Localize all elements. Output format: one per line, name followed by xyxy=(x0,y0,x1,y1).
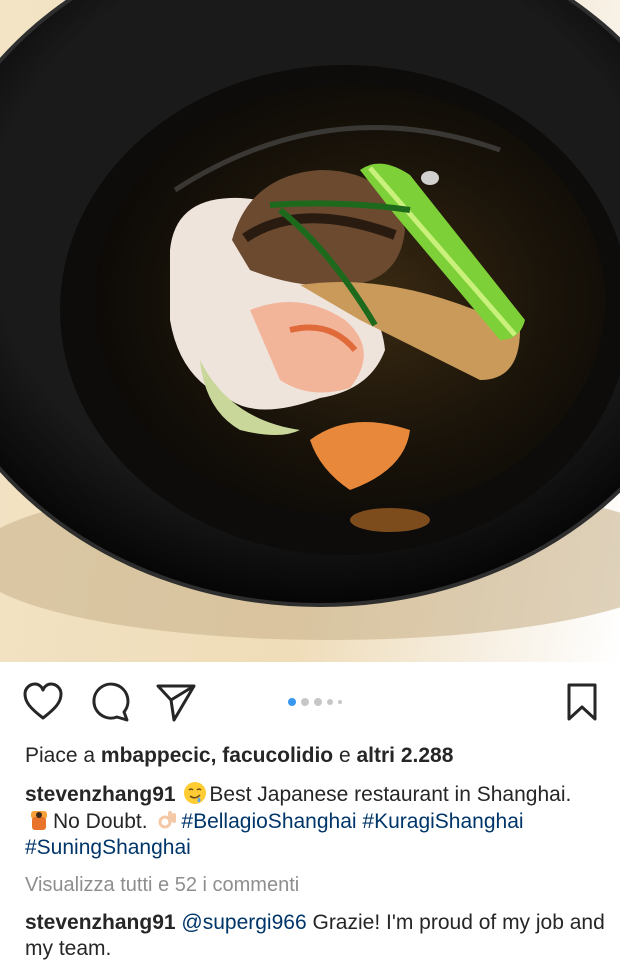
likes-connector: e xyxy=(333,744,357,767)
caption-text: No Doubt. xyxy=(53,810,148,833)
post-caption: stevenzhang91 Best Japanese restaurant i… xyxy=(25,781,605,861)
drooling-face-emoji-icon xyxy=(184,782,207,804)
view-all-comments-link[interactable]: Visualizza tutti e 52 i commenti xyxy=(25,872,299,898)
food-photo-illustration xyxy=(0,0,620,640)
hashtag-link[interactable]: #SuningShanghai xyxy=(25,836,191,859)
liker-username[interactable]: mbappecic xyxy=(101,744,211,767)
comment-username[interactable]: stevenzhang91 xyxy=(25,911,176,934)
likes-others-count[interactable]: altri 2.288 xyxy=(357,744,454,767)
likes-summary[interactable]: Piace a mbappecic, facucolidio e altri 2… xyxy=(25,742,453,770)
carousel-dot-active xyxy=(288,698,296,706)
bookmark-icon[interactable] xyxy=(566,682,598,722)
comment-mention[interactable]: @supergi966 xyxy=(181,911,306,934)
share-icon[interactable] xyxy=(155,682,197,722)
post-photo[interactable] xyxy=(0,0,620,662)
likes-separator: , xyxy=(210,744,223,767)
comment-icon[interactable] xyxy=(90,682,130,722)
ok-hand-emoji-icon xyxy=(158,811,177,829)
likes-prefix: Piace a xyxy=(25,744,101,767)
hashtag-link[interactable]: #KuragiShanghai xyxy=(362,810,523,833)
carousel-dot xyxy=(314,698,322,706)
person-bowing-emoji-icon xyxy=(31,811,47,830)
caption-username[interactable]: stevenzhang91 xyxy=(25,783,176,806)
carousel-dot xyxy=(327,699,333,705)
hashtag-link[interactable]: #BellagioShanghai xyxy=(181,810,356,833)
comment-item: stevenzhang91 @supergi966 Grazie! I'm pr… xyxy=(25,910,605,962)
carousel-indicator xyxy=(288,697,342,707)
liker-username[interactable]: facucolidio xyxy=(222,744,333,767)
carousel-dot xyxy=(338,700,342,704)
heart-icon[interactable] xyxy=(22,682,64,722)
carousel-dot xyxy=(301,698,309,706)
caption-text: Best Japanese restaurant in Shanghai. xyxy=(209,783,572,806)
